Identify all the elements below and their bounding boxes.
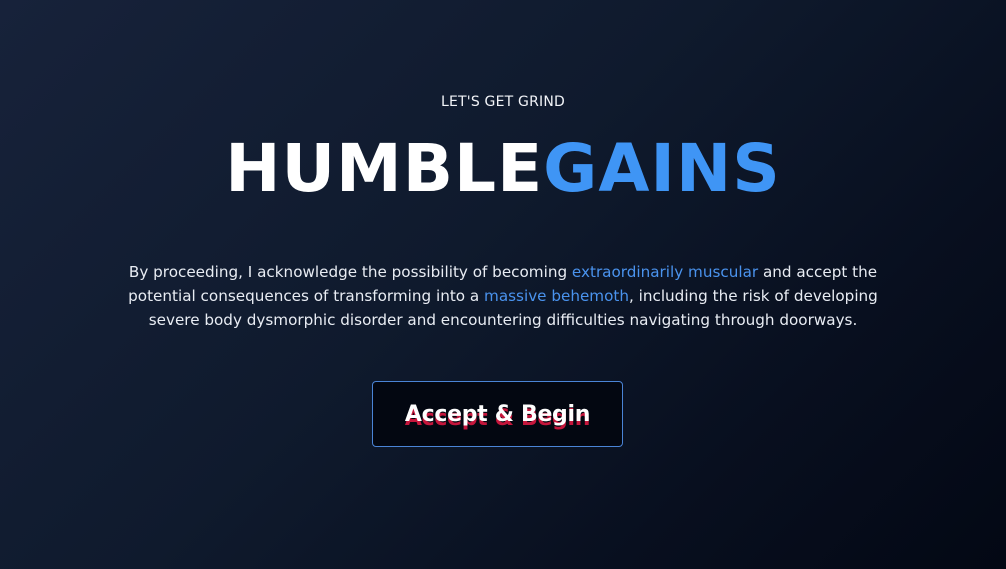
eyebrow-text: LET'S GET GRIND bbox=[440, 94, 566, 110]
brand-title: HUMBLEGAINS bbox=[0, 128, 1006, 210]
accept-begin-label: Accept & Begin bbox=[404, 401, 591, 427]
highlight-massive-behemoth: massive behemoth bbox=[484, 287, 629, 306]
highlight-extraordinarily-muscular: extraordinarily muscular bbox=[571, 263, 759, 282]
disclaimer-paragraph: By proceeding, I acknowledge the possibi… bbox=[118, 260, 888, 332]
landing-page: LET'S GET GRIND HUMBLEGAINS By proceedin… bbox=[0, 0, 1006, 569]
brand-title-part2: GAINS bbox=[543, 130, 781, 207]
accept-begin-button[interactable]: Accept & Begin bbox=[372, 381, 623, 447]
brand-title-part1: HUMBLE bbox=[225, 130, 544, 207]
disclaimer-text-1: By proceeding, I acknowledge the possibi… bbox=[128, 263, 572, 282]
